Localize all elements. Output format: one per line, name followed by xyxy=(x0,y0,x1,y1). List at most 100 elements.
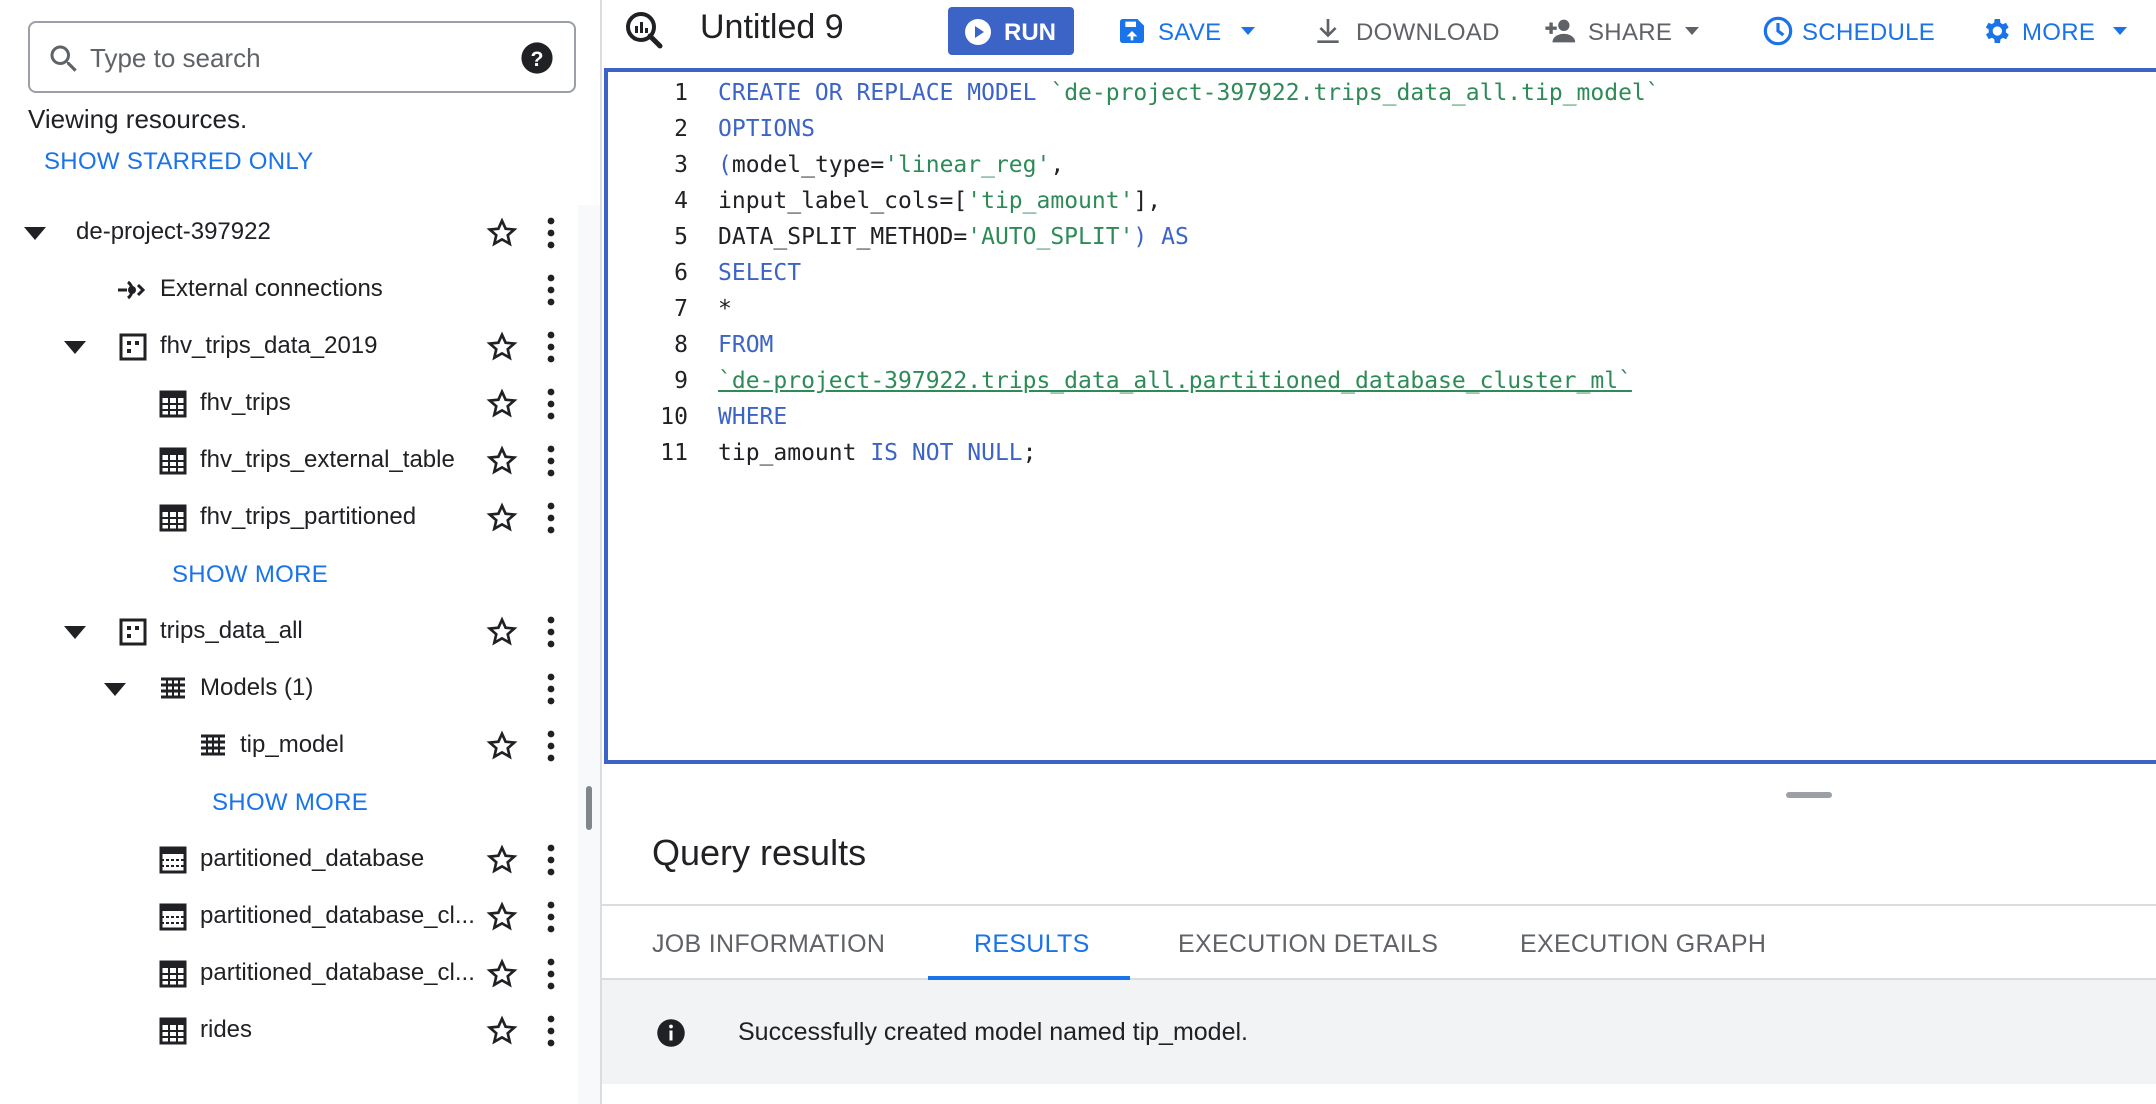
code-line: SELECT xyxy=(718,260,801,286)
kebab-icon[interactable] xyxy=(540,500,562,536)
line-number: 4 xyxy=(674,188,688,214)
bigquery-icon xyxy=(626,12,663,49)
star-icon[interactable] xyxy=(486,730,518,762)
star-icon[interactable] xyxy=(486,217,518,249)
run-label: RUN xyxy=(1004,19,1056,46)
share-button[interactable]: SHARE xyxy=(1544,14,1704,50)
panel-resize-handle[interactable] xyxy=(586,786,592,830)
tree-row-table[interactable]: rides xyxy=(0,1003,578,1059)
kebab-icon[interactable] xyxy=(540,386,562,422)
code-token: SELECT xyxy=(718,260,802,286)
editor-resize-handle[interactable] xyxy=(1786,792,1832,798)
star-icon[interactable] xyxy=(486,958,518,990)
line-number: 7 xyxy=(674,296,688,322)
tree-row-dataset[interactable]: fhv_trips_data_2019 xyxy=(0,319,578,375)
kebab-icon[interactable] xyxy=(540,614,562,650)
tab-results[interactable]: RESULTS xyxy=(974,930,1090,959)
code-line: input_label_cols=['tip_amount'], xyxy=(718,188,1161,214)
save-button[interactable]: SAVE xyxy=(1116,14,1262,50)
show-more-link[interactable]: SHOW MORE xyxy=(172,561,328,589)
external-connection-icon xyxy=(118,280,146,300)
star-icon[interactable] xyxy=(486,1015,518,1047)
partitioned-table-icon xyxy=(159,846,187,874)
line-number: 9 xyxy=(674,368,688,394)
table-icon xyxy=(159,390,187,418)
kebab-icon[interactable] xyxy=(540,215,562,251)
star-icon[interactable] xyxy=(486,331,518,363)
code-token: CREATE OR REPLACE MODEL xyxy=(718,80,1051,106)
panel-scrollbar-track[interactable] xyxy=(578,205,600,1104)
tree-row-table[interactable]: fhv_trips xyxy=(0,376,578,432)
star-icon[interactable] xyxy=(486,445,518,477)
kebab-icon[interactable] xyxy=(540,956,562,992)
kebab-icon[interactable] xyxy=(540,899,562,935)
show-starred-only-link[interactable]: SHOW STARRED ONLY xyxy=(44,148,314,176)
code-token: FROM xyxy=(718,332,774,358)
line-number: 1 xyxy=(674,80,688,106)
run-button[interactable]: RUN xyxy=(948,7,1074,55)
line-number: 5 xyxy=(674,224,688,250)
caret-down-icon[interactable] xyxy=(22,223,48,243)
tree-row-external-connections[interactable]: External connections xyxy=(0,262,578,318)
tree-row-dataset[interactable]: trips_data_all xyxy=(0,604,578,660)
sql-editor[interactable]: 1 2 3 4 5 6 7 8 9 10 11 CREATE OR REPLACE MODEL `d… xyxy=(604,68,2156,764)
tab-execution-details[interactable]: EXECUTION DETAILS xyxy=(1178,930,1438,959)
tree-row-project[interactable]: de-project-397922 xyxy=(0,205,578,261)
kebab-icon[interactable] xyxy=(540,272,562,308)
tab-job-information[interactable]: JOB INFORMATION xyxy=(652,930,885,959)
line-number-gutter: 1 2 3 4 5 6 7 8 9 10 11 xyxy=(608,72,718,760)
schedule-button[interactable]: SCHEDULE xyxy=(1762,14,1938,50)
models-folder-label: Models (1) xyxy=(200,674,314,701)
kebab-icon[interactable] xyxy=(540,329,562,365)
line-number: 10 xyxy=(660,404,688,430)
kebab-icon[interactable] xyxy=(540,728,562,764)
code-token: 'linear_reg' xyxy=(884,152,1051,178)
dataset-icon xyxy=(119,333,147,361)
more-button[interactable]: MORE xyxy=(1980,14,2140,50)
caret-down-icon[interactable] xyxy=(62,337,88,357)
kebab-icon[interactable] xyxy=(540,842,562,878)
help-icon[interactable]: ? xyxy=(520,41,554,75)
star-icon[interactable] xyxy=(486,616,518,648)
tree-row-table[interactable]: partitioned_database xyxy=(0,832,578,888)
kebab-icon[interactable] xyxy=(540,1013,562,1049)
tree-row-model[interactable]: tip_model xyxy=(0,718,578,774)
model-name: tip_model xyxy=(240,731,345,758)
caret-down-icon[interactable] xyxy=(102,679,128,699)
table-name: partitioned_database_cl... xyxy=(200,959,475,986)
kebab-icon[interactable] xyxy=(540,443,562,479)
tab-execution-graph[interactable]: EXECUTION GRAPH xyxy=(1520,930,1766,959)
line-number: 11 xyxy=(660,440,688,466)
line-number: 3 xyxy=(674,152,688,178)
kebab-icon[interactable] xyxy=(540,671,562,707)
tree-row-table[interactable]: partitioned_database_cl... xyxy=(0,889,578,945)
code-token: [ xyxy=(953,188,968,214)
query-workspace: Untitled 9 RUN SAVE DOWNLOAD SHARE SCHED… xyxy=(600,0,2156,1104)
star-icon[interactable] xyxy=(486,901,518,933)
code-token: ( xyxy=(718,152,732,178)
code-token: IS NOT NULL xyxy=(870,440,1023,466)
chevron-down-icon xyxy=(2113,27,2127,35)
search-input[interactable] xyxy=(90,35,510,81)
show-more-link[interactable]: SHOW MORE xyxy=(212,789,368,817)
table-name: fhv_trips_external_table xyxy=(200,446,455,473)
query-tab-title[interactable]: Untitled 9 xyxy=(700,8,844,47)
query-results-title: Query results xyxy=(652,832,867,873)
star-icon[interactable] xyxy=(486,844,518,876)
code-token: 'tip_amount' xyxy=(967,188,1134,214)
search-box[interactable]: ? xyxy=(28,21,576,93)
success-message: Successfully created model named tip_mod… xyxy=(738,1018,1248,1046)
table-name: partitioned_database_cl... xyxy=(200,902,475,929)
star-icon[interactable] xyxy=(486,388,518,420)
tree-row-table[interactable]: fhv_trips_partitioned xyxy=(0,490,578,546)
download-button[interactable]: DOWNLOAD xyxy=(1312,14,1512,50)
tree-row-table[interactable]: fhv_trips_external_table xyxy=(0,433,578,489)
results-message-bar: Successfully created model named tip_mod… xyxy=(602,980,2156,1084)
code-token[interactable]: `de-project-397922.trips_data_all.partit… xyxy=(718,368,1632,394)
tree-row-models-folder[interactable]: Models (1) xyxy=(0,661,578,717)
caret-down-icon[interactable] xyxy=(62,622,88,642)
table-name: partitioned_database xyxy=(200,845,425,872)
code-line: CREATE OR REPLACE MODEL `de-project-3979… xyxy=(718,80,1660,106)
tree-row-table[interactable]: partitioned_database_cl... xyxy=(0,946,578,1002)
star-icon[interactable] xyxy=(486,502,518,534)
